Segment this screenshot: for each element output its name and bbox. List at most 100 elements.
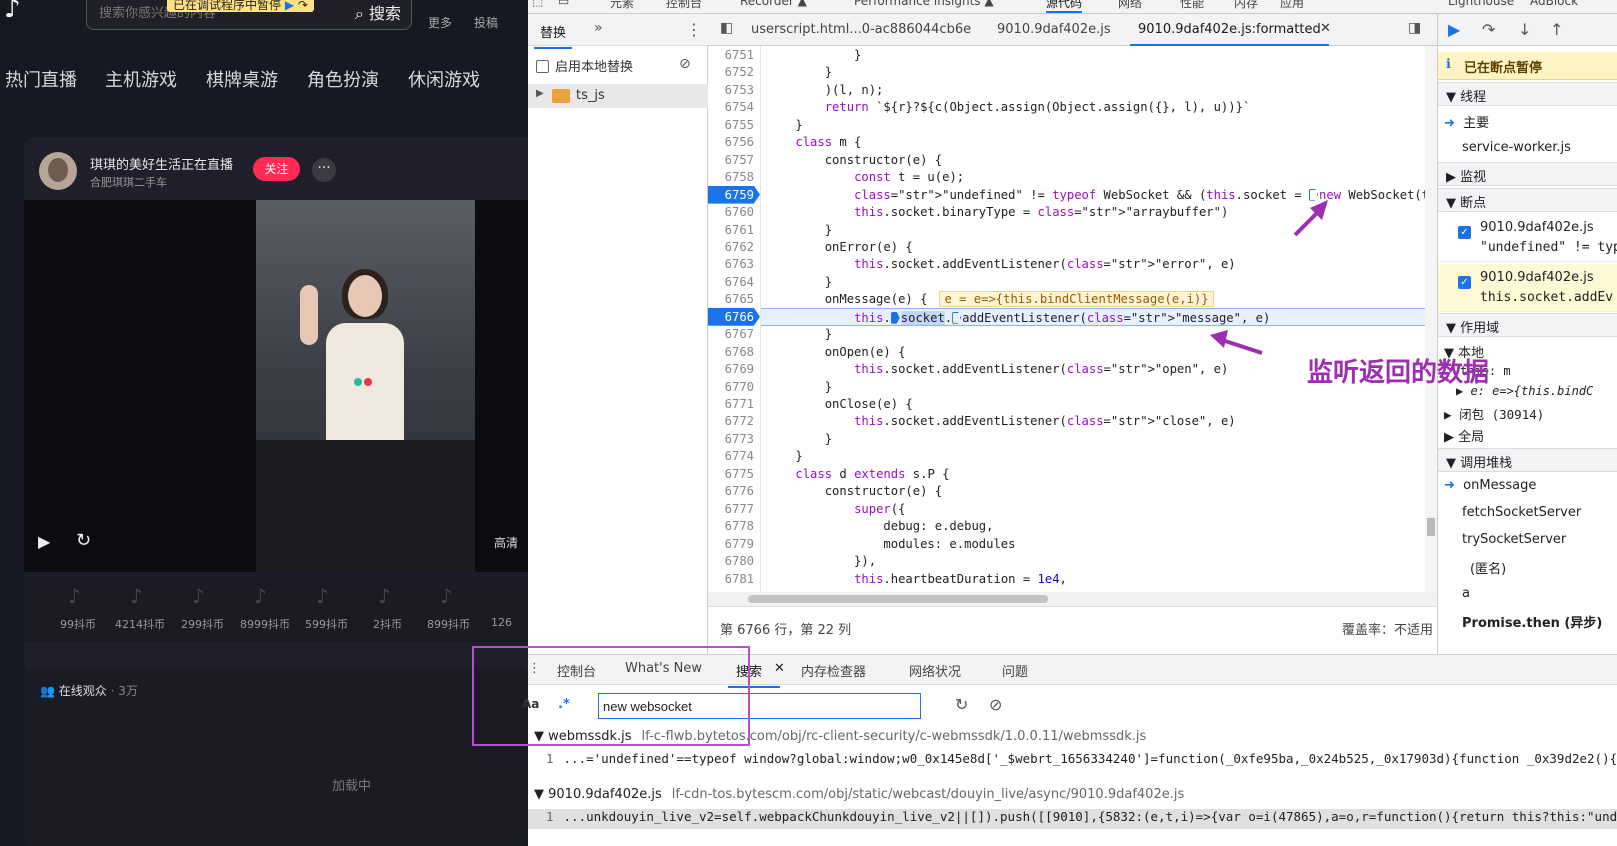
code-line[interactable]: constructor(e) { [760,482,1437,500]
breakpoint-checkbox[interactable]: ✓ [1458,222,1471,239]
gift-item[interactable]: 8999抖币 [240,616,290,632]
line-number[interactable]: 6765 [708,290,760,308]
resume-icon[interactable]: ▶ [1448,20,1460,39]
editor-tab[interactable]: userscript.html...0-ac886044cb6e [751,22,971,37]
code-line[interactable]: const t = u(e); [760,168,1437,186]
more-link[interactable]: 更多 [428,14,452,31]
inspect-icon[interactable]: ⬚ [532,0,543,8]
tab-adblock[interactable]: AdBlock [1530,0,1578,8]
tab-performance[interactable]: 性能 [1180,0,1204,11]
scope-global[interactable]: ▶ 全局 [1444,426,1617,445]
tab-performance-insights[interactable]: Performance insights ▲ [854,0,994,8]
result-line[interactable]: 1 ...='undefined'==typeof window?global:w… [528,751,1617,771]
follow-button[interactable]: 关注 [253,157,300,181]
tab-lighthouse[interactable]: Lighthouse [1448,0,1514,8]
clear-overrides-icon[interactable]: ⊘ [679,56,691,72]
editor-tab-active[interactable]: 9010.9daf402e.js:formatted [1130,22,1329,46]
drawer-tab-memory-inspector[interactable]: 内存检查器 [801,661,866,680]
line-number[interactable]: 6773 [708,430,760,448]
breakpoint-line-number[interactable]: 6766 [708,307,760,326]
clear-search-icon[interactable]: ⊘ [989,695,1002,714]
video-player[interactable]: ▶ ↻ 高清 [24,200,528,582]
category-hot-live[interactable]: 热门直播 [5,66,77,92]
line-number[interactable]: 6776 [708,482,760,500]
gift-item[interactable]: 126 [491,616,512,629]
code-line[interactable]: } [760,430,1437,448]
vertical-scroll-thumb[interactable] [1427,518,1435,536]
code-line[interactable]: this.socket.addEventListener(class="str"… [760,412,1437,430]
breakpoint-item[interactable]: ✓ 9010.9daf402e.js "undefined" != typ [1438,214,1617,262]
tab-application[interactable]: 应用 [1280,0,1304,11]
callstack-async-frame[interactable]: Promise.then (异步) [1462,612,1617,631]
callstack-section[interactable]: ▼ 调用堆栈 [1438,448,1617,472]
gift-item[interactable]: 99抖币 [60,616,96,632]
code-line[interactable]: onClose(e) { [760,395,1437,413]
gift-item[interactable]: 4214抖币 [115,616,165,632]
line-number[interactable]: 6775 [708,465,760,483]
close-search-icon[interactable]: ✕ [774,661,785,676]
breakpoint-item-active[interactable]: ✓ 9010.9daf402e.js this.socket.addEv [1438,264,1617,312]
line-number[interactable]: 6780 [708,552,760,570]
line-number[interactable]: 6777 [708,500,760,518]
more-tabs-icon[interactable]: » [594,20,603,36]
tab-elements[interactable]: 元素 [610,0,634,11]
result-line-selected[interactable]: 1 ...unkdouyin_live_v2=self.webpackChunkd… [528,809,1617,829]
search-button[interactable]: ⌕ 搜索 [355,0,401,24]
callstack-frame[interactable]: a [1462,586,1617,601]
step-over-icon[interactable]: ↷ [1482,20,1495,39]
line-number[interactable]: 6763 [708,255,760,273]
expand-icon[interactable]: ▶ [536,88,544,99]
horizontal-scrollbar[interactable] [708,592,1437,606]
code-line[interactable]: return `${r}?${c(Object.assign(Object.as… [760,98,1437,116]
line-number[interactable]: 6752 [708,63,760,81]
tab-network[interactable]: 网络 [1118,0,1142,11]
line-number[interactable]: 6754 [708,98,760,116]
breakpoint-line-number[interactable]: 6759 [708,185,760,204]
refresh-search-icon[interactable]: ↻ [955,695,968,714]
toggle-navigator-icon[interactable]: ◧ [720,20,733,36]
line-number[interactable]: 6757 [708,151,760,169]
vertical-scrollbar[interactable] [1425,46,1437,592]
line-number[interactable]: 6764 [708,273,760,291]
step-out-icon[interactable]: ↑ [1550,20,1563,39]
line-number[interactable]: 6769 [708,360,760,378]
line-number[interactable]: 6778 [708,517,760,535]
enable-local-overrides[interactable]: 启用本地替换 [536,56,633,75]
line-number[interactable]: 6779 [708,535,760,553]
code-line[interactable]: this.heartbeatDuration = 1e4, [760,570,1437,588]
upload-link[interactable]: 投稿 [474,14,498,31]
callstack-frame-current[interactable]: ➜ onMessage [1444,478,1617,493]
scope-section[interactable]: ▼ 作用域 [1438,313,1617,337]
callstack-frame[interactable]: trySocketServer [1462,532,1617,547]
code-line[interactable]: debug: e.debug, [760,517,1437,535]
code-line[interactable]: class m { [760,133,1437,151]
line-number[interactable]: 6774 [708,447,760,465]
code-line[interactable]: } [760,116,1437,134]
line-number[interactable]: 6755 [708,116,760,134]
tab-console[interactable]: 控制台 [666,0,702,11]
gift-item[interactable]: 2抖币 [373,616,402,632]
toggle-debugger-icon[interactable]: ◨ [1408,20,1421,36]
refresh-icon[interactable]: ↻ [76,530,91,551]
code-line[interactable]: class d extends s.P { [760,465,1437,483]
category-console-games[interactable]: 主机游戏 [105,66,177,92]
play-icon[interactable]: ▶ [38,532,50,551]
avatar[interactable] [39,152,77,190]
editor-tab[interactable]: 9010.9daf402e.js [997,22,1111,37]
breakpoint-checkbox[interactable]: ✓ [1458,272,1471,289]
line-number[interactable]: 6767 [708,325,760,343]
category-rpg[interactable]: 角色扮演 [307,66,379,92]
tab-recorder[interactable]: Recorder ▲ [740,0,807,8]
code-line[interactable]: constructor(e) { [760,151,1437,169]
gift-item[interactable]: 899抖币 [427,616,470,632]
douyin-logo[interactable]: ♪ [4,0,21,24]
line-number[interactable]: 6768 [708,343,760,361]
streamer-name[interactable]: 琪琪的美好生活正在直播 [90,154,233,173]
line-number[interactable]: 6758 [708,168,760,186]
line-number[interactable]: 6781 [708,570,760,588]
code-line[interactable]: } [760,46,1437,64]
resume-icon[interactable]: ▶ [285,0,294,12]
category-casual-games[interactable]: 休闲游戏 [408,66,480,92]
code-line[interactable]: )(l, n); [760,81,1437,99]
step-over-icon[interactable]: ↷ [298,0,308,12]
